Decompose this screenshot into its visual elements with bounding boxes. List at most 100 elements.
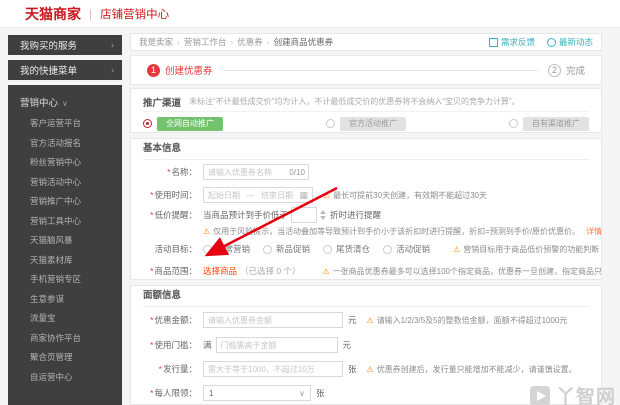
step-2-badge: 2 bbox=[547, 63, 561, 77]
channel-radio[interactable] bbox=[326, 119, 335, 128]
breadcrumb-item[interactable]: 我是卖家 bbox=[139, 36, 173, 48]
toplink-clock[interactable]: 最新动态 bbox=[546, 36, 593, 48]
sidebar-item[interactable]: 生意参谋 bbox=[8, 290, 122, 310]
watermark-logo-icon bbox=[529, 385, 550, 405]
sidebar-button-label: 我的快捷菜单 bbox=[20, 66, 78, 77]
sidebar-item[interactable]: 自运营中心 bbox=[8, 368, 122, 388]
coupon-amount-hint: ⚠ 请输入1/2/3/5及5的整数倍金额，面额不得超过1000元 bbox=[366, 315, 568, 325]
goal-radio[interactable] bbox=[263, 244, 273, 254]
channel-option-button[interactable]: 全网自动推广 bbox=[157, 116, 223, 131]
start-date-placeholder: 起始日期 bbox=[208, 190, 240, 200]
breadcrumb-item[interactable]: 营销工作台 bbox=[184, 36, 227, 48]
sidebar-item[interactable]: 流量宝 bbox=[8, 309, 122, 329]
coupon-amount-input[interactable] bbox=[203, 312, 343, 328]
step-2-label: 完成 bbox=[565, 66, 585, 77]
required-mark: * bbox=[150, 315, 154, 325]
coupon-name-label: 名称： bbox=[171, 167, 197, 177]
select-products-link[interactable]: 选择商品 bbox=[203, 265, 237, 277]
step-connector-line bbox=[222, 69, 538, 71]
selected-count-text: （已选择 0 个） bbox=[240, 266, 301, 276]
tmall-merchant-logo[interactable]: 天猫商家 bbox=[25, 4, 81, 24]
sidebar-button-quick-menu[interactable]: 我的快捷菜单 › bbox=[8, 60, 122, 80]
learn-more-link[interactable]: 详情了解更多 » bbox=[586, 226, 601, 237]
warning-icon: ⚠ bbox=[322, 266, 330, 276]
goal-radio[interactable] bbox=[383, 244, 393, 254]
low-price-alert-label: 低价提醒： bbox=[154, 210, 197, 220]
issue-volume-input[interactable] bbox=[203, 361, 343, 377]
sidebar-marketing-panel: 营销中心 ∨ 客户运营平台 官方活动报名 粉丝营销中心 营销活动中心 营销推广中心 营销工具… bbox=[8, 85, 122, 405]
issue-volume-hint: ⚠ 优惠券创建后，发行量只能增加不能减少，请谨慎设置。 bbox=[366, 364, 577, 374]
limit-select-value: 1 bbox=[209, 388, 214, 398]
required-mark: * bbox=[150, 388, 154, 398]
channel-option-button[interactable]: 官方活动推广 bbox=[340, 116, 406, 131]
sidebar-item[interactable]: 客户运营平台 bbox=[8, 114, 122, 134]
sidebar-item[interactable]: 营销活动中心 bbox=[8, 173, 122, 193]
breadcrumb: 我是卖家 › 营销工作台 › 优惠券 › 创建商品优惠券 bbox=[139, 36, 333, 48]
sidebar-button-purchased-services[interactable]: 我购买的服务 › bbox=[8, 35, 122, 55]
sidebar-button-label: 我购买的服务 bbox=[20, 41, 78, 52]
coupon-amount-label: 优惠金额： bbox=[154, 315, 197, 325]
sidebar-item[interactable]: 营销工具中心 bbox=[8, 212, 122, 232]
zhang-unit: 张 bbox=[316, 388, 325, 398]
promotion-channel-description: 未标注“不计最低成交价”均为计入，不计最低成交价的优惠券将不会纳入“宝贝的竞争力… bbox=[189, 97, 520, 106]
alert-suffix-text: 折时进行提醒 bbox=[330, 210, 382, 220]
goal-radio[interactable] bbox=[323, 244, 333, 254]
product-scope-hint: ⚠ 一张商品优惠券最多可以选择100个指定商品，优惠券一旦创建，指定商品只能增加… bbox=[322, 266, 602, 276]
breadcrumb-item[interactable]: 创建商品优惠券 bbox=[274, 36, 334, 48]
channel-radio[interactable] bbox=[143, 119, 152, 128]
sidebar-item[interactable]: 天猫素材库 bbox=[8, 251, 122, 271]
threshold-row: *使用门槛： 满 元 bbox=[143, 333, 589, 357]
issue-volume-label: 发行量： bbox=[162, 364, 197, 374]
sidebar-item[interactable]: 手机营销专区 bbox=[8, 270, 122, 290]
promotion-channel-title: 推广渠道 bbox=[143, 97, 182, 109]
basic-info-card: 基本信息 *名称： 0/10 *使用时间： 起始日期 — 结束日期 ▦ ⚠ bbox=[130, 138, 602, 280]
required-mark: * bbox=[150, 266, 154, 276]
sidebar-item[interactable]: 商家协作平台 bbox=[8, 329, 122, 349]
sidebar-item[interactable]: 聚合页管理 bbox=[8, 348, 122, 368]
chevron-down-icon: ∨ bbox=[299, 388, 305, 398]
date-range-picker[interactable]: 起始日期 — 结束日期 ▦ bbox=[203, 187, 313, 203]
channel-option-button[interactable]: 自有渠道推广 bbox=[523, 116, 589, 131]
goal-option-label: 日常营销 bbox=[216, 244, 251, 254]
product-scope-label: 商品范围： bbox=[154, 266, 197, 276]
sidebar-item-list: 客户运营平台 官方活动报名 粉丝营销中心 营销活动中心 营销推广中心 营销工具中心 天猫脑风… bbox=[8, 114, 122, 387]
per-person-limit-row: *每人限领： 1 ∨ 张 bbox=[143, 381, 589, 404]
number-stepper[interactable] bbox=[320, 210, 327, 220]
required-mark: * bbox=[150, 210, 154, 220]
amount-info-title: 面额信息 bbox=[143, 286, 589, 307]
promotion-channel-options: 全网自动推广 官方活动推广 自有渠道推广 bbox=[143, 112, 589, 132]
limit-select[interactable]: 1 ∨ bbox=[203, 385, 311, 401]
topbar-links: 需求反馈 最新动态 bbox=[488, 36, 593, 48]
issue-volume-row: *发行量： 张 ⚠ 优惠券创建后，发行量只能增加不能减少，请谨慎设置。 bbox=[143, 357, 589, 381]
warning-icon: ⚠ bbox=[453, 244, 461, 254]
sidebar-item[interactable]: 粉丝营销中心 bbox=[8, 153, 122, 173]
sidebar-item[interactable]: 天猫脑风暴 bbox=[8, 231, 122, 251]
discount-threshold-input[interactable] bbox=[291, 207, 318, 223]
goal-option[interactable]: 活动促销 bbox=[383, 243, 430, 255]
threshold-prefix: 满 bbox=[203, 340, 212, 350]
goal-option[interactable]: 尾货清仓 bbox=[323, 243, 370, 255]
goal-option[interactable]: 日常营销 bbox=[203, 243, 250, 255]
use-time-hint: ⚠ 最长可提前30天创建，有效期不能超过30天 bbox=[323, 190, 487, 200]
goal-option[interactable]: 新品促销 bbox=[263, 243, 310, 255]
channel-radio[interactable] bbox=[509, 119, 518, 128]
coupon-amount-row: *优惠金额： 元 ⚠ 请输入1/2/3/5及5的整数倍金额，面额不得超过1000… bbox=[143, 307, 589, 333]
sidebar-item[interactable]: 官方活动报名 bbox=[8, 134, 122, 154]
sidebar-item[interactable]: 营销推广中心 bbox=[8, 192, 122, 212]
sidebar-section-title: 营销中心 bbox=[20, 98, 59, 109]
per-person-limit-label: 每人限领： bbox=[154, 388, 197, 398]
yuan-unit: 元 bbox=[348, 315, 357, 325]
clock-icon bbox=[546, 37, 556, 47]
required-mark: * bbox=[158, 364, 162, 374]
threshold-input[interactable] bbox=[215, 337, 338, 353]
activity-goal-row: 活动目标： 日常营销 新品促销 尾货清仓 活动促销 ⚠ 营销目标用于商品低价预警的功能… bbox=[143, 238, 599, 260]
breadcrumb-item[interactable]: 优惠券 bbox=[237, 36, 263, 48]
toplink-feedback[interactable]: 需求反馈 bbox=[488, 36, 535, 48]
watermark: 丫智网 bbox=[529, 382, 616, 405]
stepper-down-icon bbox=[320, 216, 327, 220]
end-date-placeholder: 结束日期 bbox=[260, 190, 293, 200]
step-1-badge: 1 bbox=[147, 63, 160, 77]
warning-icon: ⚠ bbox=[366, 364, 374, 374]
sidebar-section-marketing-center[interactable]: 营销中心 ∨ bbox=[8, 91, 122, 114]
goal-radio[interactable] bbox=[203, 244, 212, 254]
